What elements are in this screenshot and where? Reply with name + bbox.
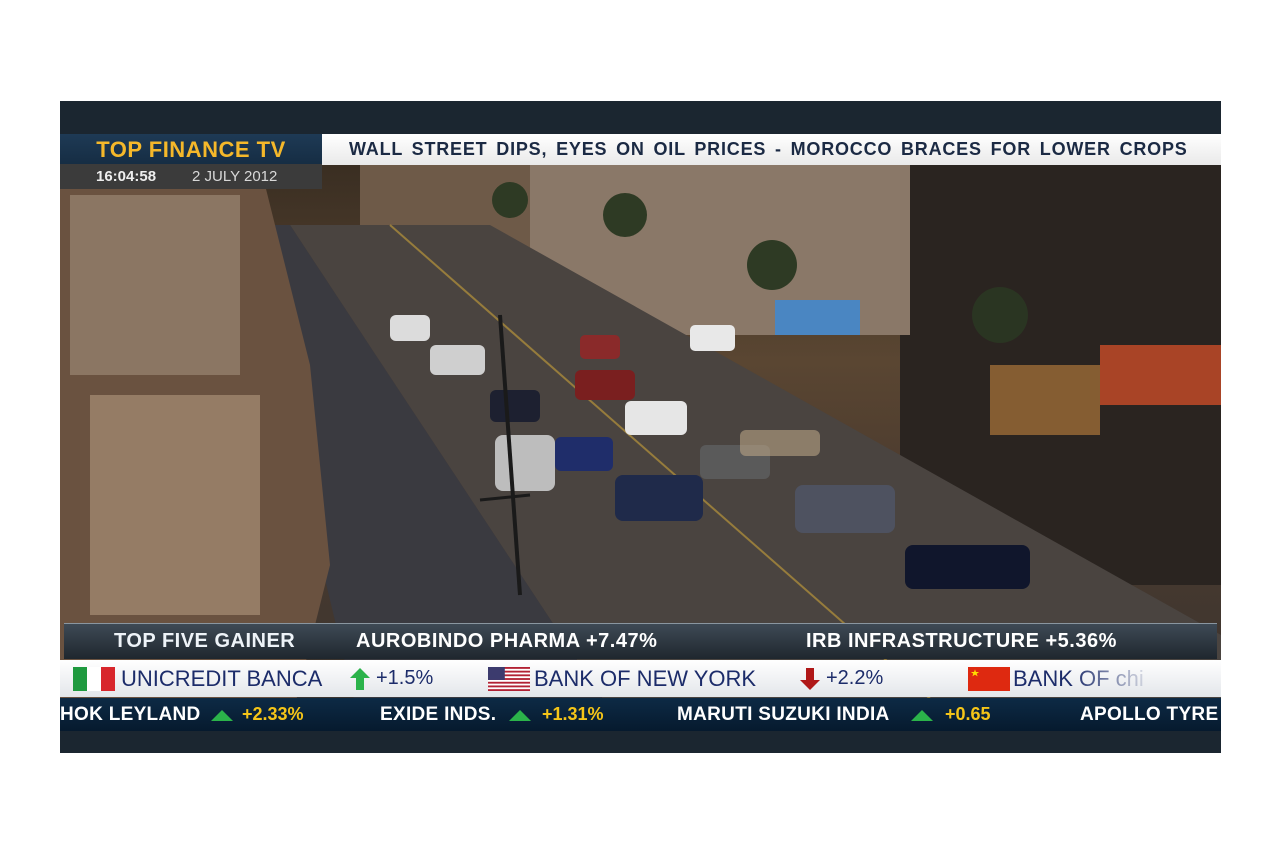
gainers-title: TOP FIVE GAINER (114, 630, 296, 652)
international-ticker: UNICREDIT BANCA +1.5% BANK OF NEW YORK +… (60, 660, 1221, 697)
usa-flag-icon (488, 667, 530, 691)
channel-name: TOP FINANCE TV (96, 137, 286, 162)
market-ticker: HOK LEYLAND +2.33% EXIDE INDS. +1.31% MA… (60, 698, 1221, 731)
broadcast-date: 2 JULY 2012 (192, 168, 278, 185)
ticker-stock-name: HOK LEYLAND (60, 704, 201, 725)
headline-text: WALL STREET DIPS, EYES ON OIL PRICES - M… (349, 139, 1188, 159)
clock-time: 16:04:58 (96, 168, 157, 185)
gainer-item: IRB INFRASTRUCTURE +5.36% (806, 630, 1117, 652)
channel-branding: TOP FINANCE TV 16:04:58 2 JULY 2012 (60, 134, 322, 189)
headline-ticker: WALL STREET DIPS, EYES ON OIL PRICES - M… (322, 134, 1221, 165)
arrow-up-icon (350, 668, 370, 690)
ticker-stock-name: UNICREDIT BANCA (121, 666, 323, 691)
ticker-stock-name: EXIDE INDS. (380, 704, 497, 725)
triangle-up-icon (211, 710, 233, 721)
ticker-stock-name: BANK OF NEW YORK (534, 666, 757, 691)
ticker-change: +2.33% (242, 704, 304, 724)
ticker-change: +0.65 (945, 704, 991, 724)
ticker-stock-name: MARUTI SUZUKI INDIA (677, 704, 890, 725)
ticker-change: +1.5% (376, 667, 434, 689)
ticker-change: +1.31% (542, 704, 604, 724)
datetime-strip: 16:04:58 2 JULY 2012 (60, 164, 322, 189)
gainer-item: AUROBINDO PHARMA +7.47% (356, 630, 658, 652)
italy-flag-icon (73, 667, 115, 691)
triangle-up-icon (509, 710, 531, 721)
top-gainers-bar: TOP FIVE GAINER AUROBINDO PHARMA +7.47% … (64, 623, 1217, 659)
ticker-stock-name: BANK OF chi (1013, 660, 1144, 697)
china-flag-icon (968, 667, 1010, 691)
tv-frame: TOP FINANCE TV 16:04:58 2 JULY 2012 WALL… (60, 101, 1221, 753)
ticker-stock-name: APOLLO TYRE (1080, 704, 1219, 725)
triangle-up-icon (911, 710, 933, 721)
ticker-change: +2.2% (826, 667, 884, 689)
arrow-down-icon (800, 668, 820, 690)
